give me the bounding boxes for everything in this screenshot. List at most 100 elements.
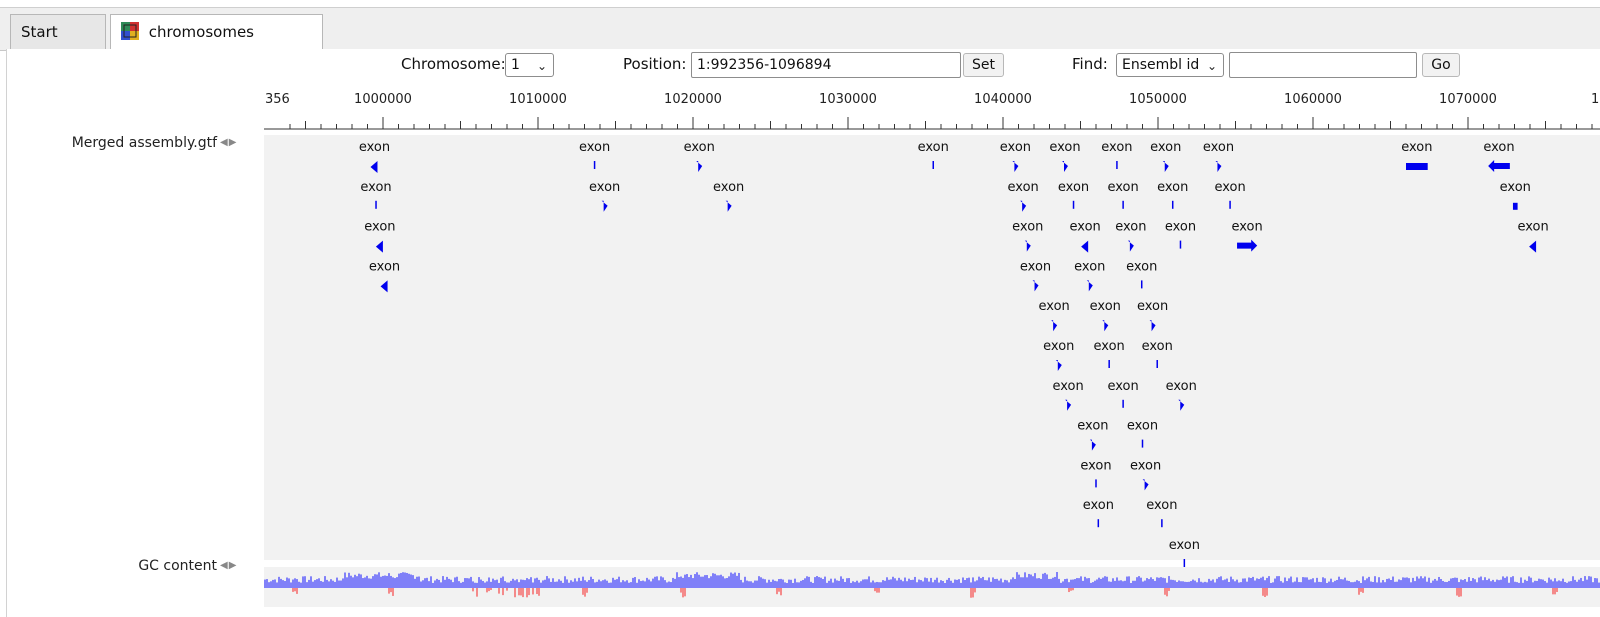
gc-bar [654,576,656,588]
gc-bar [1474,579,1476,588]
gc-bar [618,576,620,588]
gc-bar [542,580,544,588]
gc-bar [1556,581,1558,588]
gc-bar [496,579,498,588]
gc-bar [838,580,840,588]
ruler-tick-label: 1000000 [354,92,412,107]
gc-bar [382,575,384,588]
gc-bar [440,582,442,588]
gc-bar [1176,581,1178,588]
gc-bar [1244,578,1246,588]
gc-bar [718,575,720,588]
gc-bar [486,581,488,588]
gc-bar [1508,582,1510,588]
gc-bar-low [1362,588,1364,593]
gc-bar [1198,578,1200,588]
gc-bar [1424,576,1426,588]
gc-bar [1534,580,1536,588]
genome-canvas[interactable]: 1000000 1010000 1020000 1030000 1040000 10500… [0,0,1600,617]
gc-bar-low [1360,588,1362,592]
gc-bar [896,580,898,588]
gc-bar [1582,581,1584,588]
gc-bar-low [1358,588,1360,595]
gc-bar [1166,582,1168,588]
gc-bar [350,575,352,588]
gc-bar [1370,581,1372,588]
gc-bar [400,572,402,588]
gc-bar [880,582,882,588]
gc-bar [720,574,722,588]
gc-bar [1472,578,1474,588]
gc-bar [1462,580,1464,588]
gc-bar [472,581,474,588]
gc-bar [1086,578,1088,588]
gc-bar [288,578,290,588]
gc-bar [562,582,564,588]
exon-label: exon [1150,140,1181,155]
gc-bar [1130,582,1132,588]
gc-bar-low [1456,588,1458,596]
gc-bar [870,582,872,588]
exon-label: exon [1058,180,1089,195]
gc-bar [676,572,678,588]
gc-bar [442,576,444,588]
gc-bar-low [1262,588,1264,596]
gc-bar [606,580,608,588]
gc-bar [914,576,916,588]
exon-label: exon [918,140,949,155]
gc-bar [1186,581,1188,588]
gc-bar [490,581,492,588]
gc-bar [1056,572,1058,588]
gc-bar [760,577,762,588]
gc-bar [1294,581,1296,588]
gc-bar [1062,581,1064,588]
gc-bar [570,580,572,588]
exon-label: exon [1107,379,1138,394]
exon-feature[interactable]: exon [1169,538,1200,567]
gc-bar-low [876,588,878,593]
gc-bar [1594,578,1596,588]
gc-bar [1596,578,1598,588]
gc-bar [1132,580,1134,588]
gc-bar [584,580,586,588]
gc-bar [974,581,976,588]
gc-bar [1334,580,1336,588]
gc-bar [456,576,458,588]
gc-bar-low [1264,588,1266,597]
gc-bar [964,579,966,588]
gc-bar [1450,578,1452,588]
gc-bar [1448,580,1450,588]
gc-bar [966,578,968,588]
gc-bar [746,580,748,588]
gc-bar [616,579,618,588]
gc-bar [544,579,546,588]
gc-bar [916,582,918,588]
exon-label: exon [579,140,610,155]
gc-bar [1200,581,1202,588]
gc-bar [826,582,828,588]
gc-bar [508,582,510,588]
gc-bar-low [970,588,972,598]
gc-bar-low [294,588,296,592]
gc-bar [1464,579,1466,588]
gc-bar [284,581,286,588]
gc-bar [764,579,766,588]
gc-bar [1584,576,1586,588]
gc-bar [926,578,928,588]
gc-bar [726,578,728,588]
gc-bar [958,579,960,588]
gc-bar [1088,578,1090,588]
exon-glyph [1229,200,1231,209]
gc-bar [1326,582,1328,588]
gc-bar [900,579,902,588]
gc-bar [300,582,302,588]
gc-bar [322,581,324,588]
exon-label: exon [1401,140,1432,155]
gc-bar [660,576,662,588]
gc-bar [1496,579,1498,588]
gc-bar [580,580,582,588]
gc-bar [1160,577,1162,588]
gc-bar [1350,582,1352,588]
gc-bar [688,577,690,588]
gc-bar [1562,578,1564,588]
